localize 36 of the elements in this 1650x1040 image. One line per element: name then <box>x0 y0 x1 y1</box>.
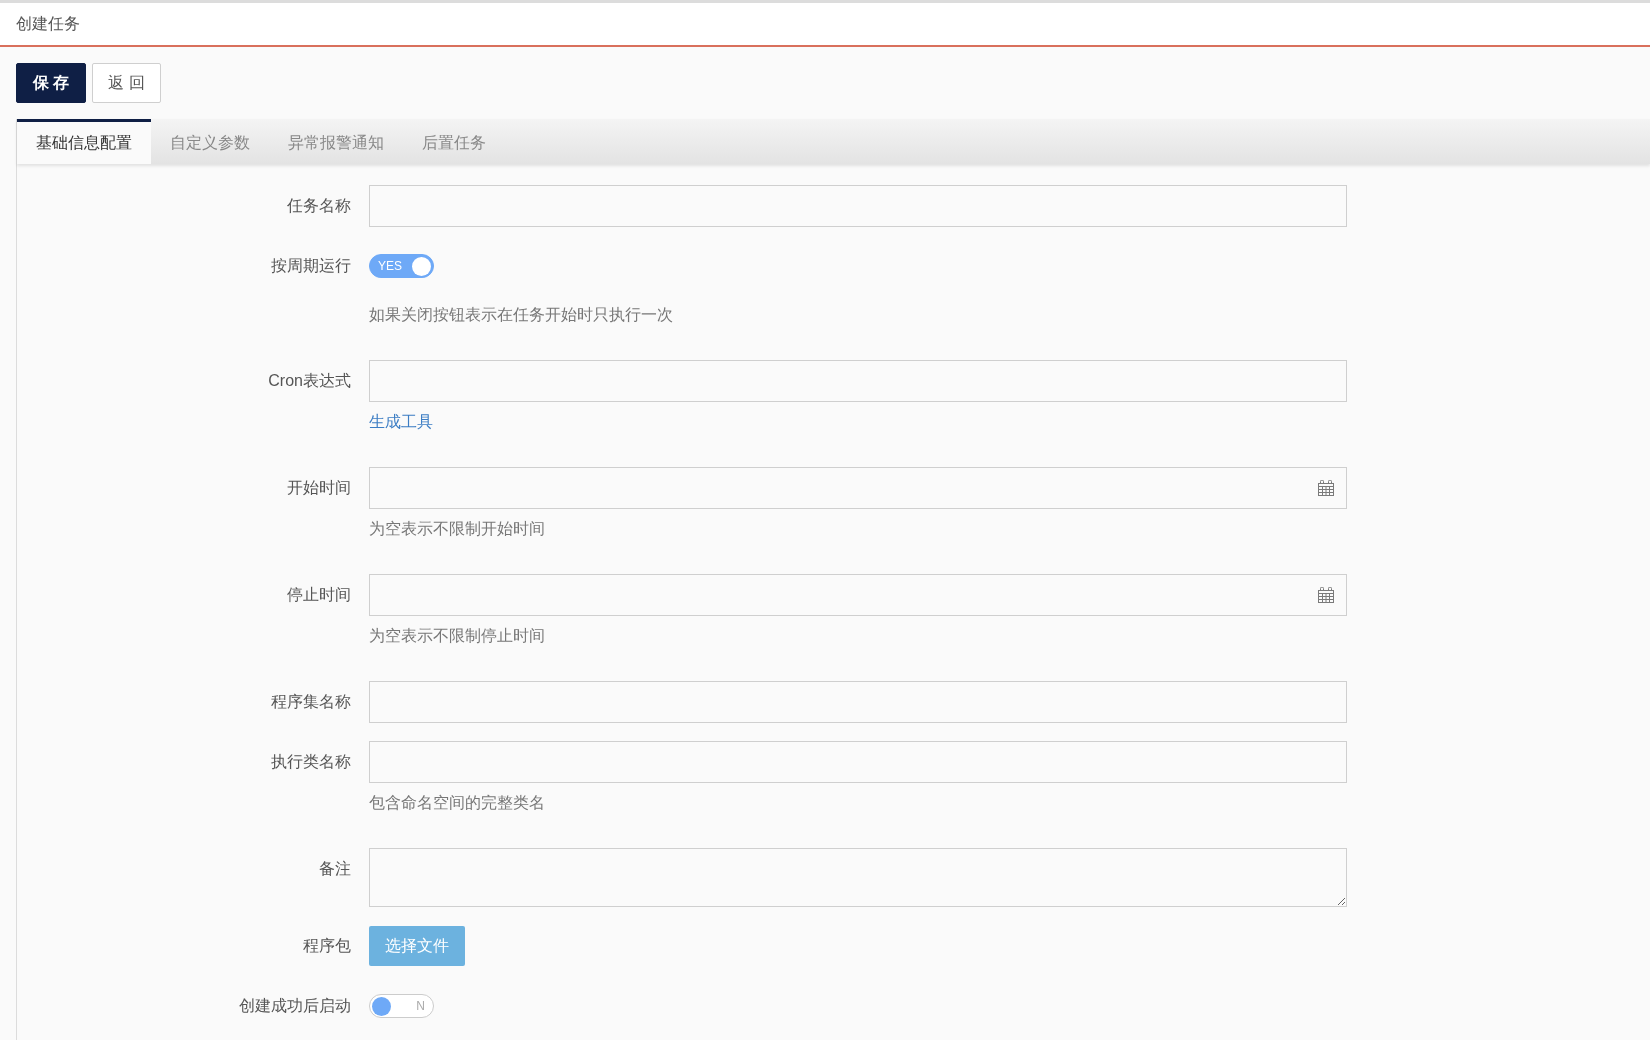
save-button[interactable]: 保 存 <box>16 63 86 103</box>
calendar-icon[interactable] <box>1318 587 1334 603</box>
text-input[interactable] <box>369 741 1347 783</box>
text-input[interactable] <box>369 185 1347 227</box>
toggle-knob <box>372 996 391 1016</box>
field-label: 备注 <box>319 859 351 879</box>
tab[interactable]: 自定义参数 <box>151 119 269 164</box>
field-label: Cron表达式 <box>268 371 351 391</box>
field-label: 程序包 <box>303 936 351 956</box>
tab[interactable]: 后置任务 <box>403 119 505 164</box>
back-button[interactable]: 返 回 <box>92 63 161 103</box>
field-label: 创建成功后启动 <box>239 996 351 1016</box>
calendar-icon[interactable] <box>1318 480 1334 496</box>
text-input[interactable] <box>369 360 1347 402</box>
date-input[interactable] <box>369 467 1347 509</box>
field-label: 执行类名称 <box>271 752 351 772</box>
toggle-switch[interactable]: YES <box>369 254 434 278</box>
generator-link[interactable]: 生成工具 <box>369 412 433 432</box>
toggle-switch[interactable]: N <box>369 994 434 1018</box>
help-text: 包含命名空间的完整类名 <box>369 793 545 813</box>
field-label: 程序集名称 <box>271 692 351 712</box>
help-text: 为空表示不限制开始时间 <box>369 519 545 539</box>
help-text: 为空表示不限制停止时间 <box>369 626 545 646</box>
field-label: 按周期运行 <box>271 256 351 276</box>
field-label: 停止时间 <box>287 585 351 605</box>
field-label: 任务名称 <box>287 196 351 216</box>
textarea-field[interactable] <box>369 848 1347 907</box>
date-input[interactable] <box>369 574 1347 616</box>
field-label: 开始时间 <box>287 478 351 498</box>
choose-file-button[interactable]: 选择文件 <box>369 926 465 966</box>
text-input[interactable] <box>369 681 1347 723</box>
page-title: 创建任务 <box>16 13 80 34</box>
help-text: 如果关闭按钮表示在任务开始时只执行一次 <box>369 305 673 325</box>
tab[interactable]: 基础信息配置 <box>17 119 151 164</box>
toggle-knob <box>412 256 431 276</box>
tab[interactable]: 异常报警通知 <box>269 119 403 164</box>
